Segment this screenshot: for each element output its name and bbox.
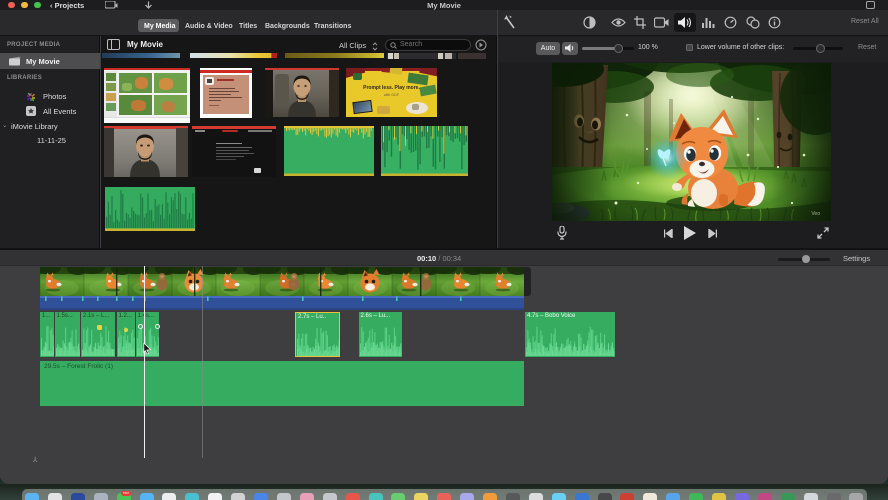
svg-text:Veo: Veo — [811, 211, 820, 217]
